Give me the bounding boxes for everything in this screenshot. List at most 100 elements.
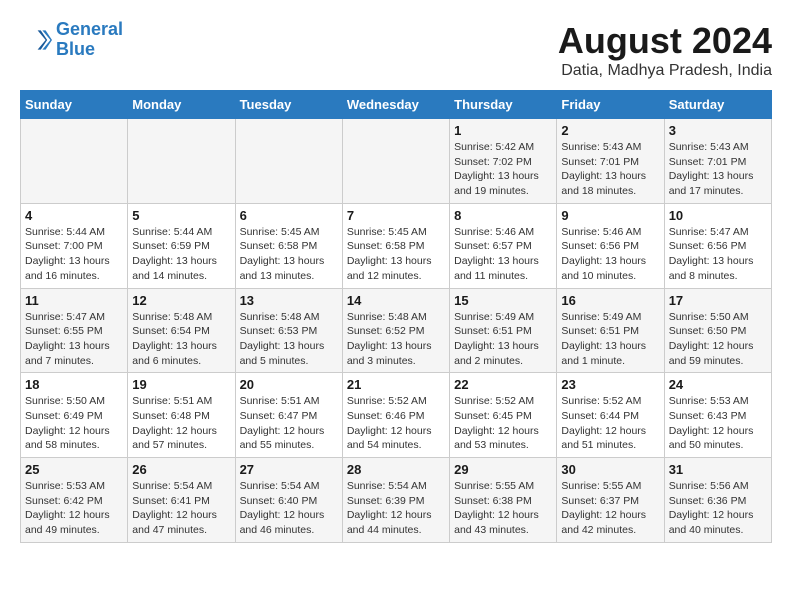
day-number: 24 [669,377,767,392]
calendar-cell: 23 Sunrise: 5:52 AM Sunset: 6:44 PM Dayli… [557,373,664,458]
calendar-cell: 28Sunrise: 5:54 AM Sunset: 6:39 PM Dayli… [342,458,449,543]
calendar-cell: 3Sunrise: 5:43 AM Sunset: 7:01 PM Daylig… [664,119,771,204]
calendar-cell: 27 Sunrise: 5:54 AM Sunset: 6:40 PM Dayli… [235,458,342,543]
header-day-monday: Monday [128,91,235,119]
calendar-cell: 11Sunrise: 5:47 AM Sunset: 6:55 PM Dayli… [21,288,128,373]
day-detail: Sunrise: 5:45 AM Sunset: 6:58 PM Dayligh… [240,225,338,284]
day-detail: Sunrise: 5:52 AM Sunset: 6:44 PM Dayligh… [561,394,659,453]
day-detail: Sunrise: 5:48 AM Sunset: 6:53 PM Dayligh… [240,310,338,369]
day-number: 1 [454,123,552,138]
calendar-cell: 6 Sunrise: 5:45 AM Sunset: 6:58 PM Daylig… [235,203,342,288]
logo-text: General Blue [56,20,123,60]
day-detail: Sunrise: 5:42 AM Sunset: 7:02 PM Dayligh… [454,140,552,199]
day-number: 8 [454,208,552,223]
day-number: 19 [132,377,230,392]
day-number: 2 [561,123,659,138]
calendar-cell: 12 Sunrise: 5:48 AM Sunset: 6:54 PM Dayli… [128,288,235,373]
day-number: 23 [561,377,659,392]
calendar-cell [21,119,128,204]
header-day-thursday: Thursday [450,91,557,119]
calendar-cell: 24 Sunrise: 5:53 AM Sunset: 6:43 PM Dayli… [664,373,771,458]
calendar-table: SundayMondayTuesdayWednesdayThursdayFrid… [20,90,772,543]
day-number: 4 [25,208,123,223]
day-number: 26 [132,462,230,477]
calendar-cell: 13 Sunrise: 5:48 AM Sunset: 6:53 PM Dayli… [235,288,342,373]
calendar-cell: 7 Sunrise: 5:45 AM Sunset: 6:58 PM Daylig… [342,203,449,288]
day-detail: Sunrise: 5:55 AM Sunset: 6:38 PM Dayligh… [454,479,552,538]
day-detail: Sunrise: 5:53 AM Sunset: 6:42 PM Dayligh… [25,479,123,538]
day-number: 12 [132,293,230,308]
day-number: 10 [669,208,767,223]
day-detail: Sunrise: 5:52 AM Sunset: 6:45 PM Dayligh… [454,394,552,453]
calendar-cell: 2Sunrise: 5:43 AM Sunset: 7:01 PM Daylig… [557,119,664,204]
day-detail: Sunrise: 5:50 AM Sunset: 6:50 PM Dayligh… [669,310,767,369]
header-day-sunday: Sunday [21,91,128,119]
day-detail: Sunrise: 5:56 AM Sunset: 6:36 PM Dayligh… [669,479,767,538]
day-number: 20 [240,377,338,392]
calendar-cell: 8 Sunrise: 5:46 AM Sunset: 6:57 PM Daylig… [450,203,557,288]
calendar-cell: 16 Sunrise: 5:49 AM Sunset: 6:51 PM Dayli… [557,288,664,373]
calendar-cell: 5Sunrise: 5:44 AM Sunset: 6:59 PM Daylig… [128,203,235,288]
calendar-cell: 19 Sunrise: 5:51 AM Sunset: 6:48 PM Dayli… [128,373,235,458]
day-number: 11 [25,293,123,308]
day-detail: Sunrise: 5:45 AM Sunset: 6:58 PM Dayligh… [347,225,445,284]
calendar-cell: 1 Sunrise: 5:42 AM Sunset: 7:02 PM Daylig… [450,119,557,204]
day-number: 15 [454,293,552,308]
day-number: 6 [240,208,338,223]
calendar-cell: 31 Sunrise: 5:56 AM Sunset: 6:36 PM Dayli… [664,458,771,543]
day-number: 13 [240,293,338,308]
header-row: SundayMondayTuesdayWednesdayThursdayFrid… [21,91,772,119]
day-number: 22 [454,377,552,392]
calendar-cell: 21 Sunrise: 5:52 AM Sunset: 6:46 PM Dayli… [342,373,449,458]
day-number: 17 [669,293,767,308]
title-block: August 2024 Datia, Madhya Pradesh, India [558,20,772,80]
day-detail: Sunrise: 5:54 AM Sunset: 6:40 PM Dayligh… [240,479,338,538]
day-number: 14 [347,293,445,308]
page-header: General Blue August 2024 Datia, Madhya P… [20,20,772,80]
day-number: 28 [347,462,445,477]
main-title: August 2024 [558,20,772,62]
calendar-header: SundayMondayTuesdayWednesdayThursdayFrid… [21,91,772,119]
calendar-cell: 14Sunrise: 5:48 AM Sunset: 6:52 PM Dayli… [342,288,449,373]
calendar-cell: 4Sunrise: 5:44 AM Sunset: 7:00 PM Daylig… [21,203,128,288]
day-detail: Sunrise: 5:55 AM Sunset: 6:37 PM Dayligh… [561,479,659,538]
day-detail: Sunrise: 5:49 AM Sunset: 6:51 PM Dayligh… [454,310,552,369]
day-detail: Sunrise: 5:47 AM Sunset: 6:56 PM Dayligh… [669,225,767,284]
calendar-cell: 26Sunrise: 5:54 AM Sunset: 6:41 PM Dayli… [128,458,235,543]
header-day-saturday: Saturday [664,91,771,119]
day-detail: Sunrise: 5:46 AM Sunset: 6:56 PM Dayligh… [561,225,659,284]
day-number: 9 [561,208,659,223]
day-detail: Sunrise: 5:48 AM Sunset: 6:54 PM Dayligh… [132,310,230,369]
week-row-4: 18Sunrise: 5:50 AM Sunset: 6:49 PM Dayli… [21,373,772,458]
week-row-5: 25Sunrise: 5:53 AM Sunset: 6:42 PM Dayli… [21,458,772,543]
calendar-cell [128,119,235,204]
header-day-friday: Friday [557,91,664,119]
header-day-tuesday: Tuesday [235,91,342,119]
day-detail: Sunrise: 5:51 AM Sunset: 6:48 PM Dayligh… [132,394,230,453]
header-day-wednesday: Wednesday [342,91,449,119]
day-number: 31 [669,462,767,477]
day-number: 3 [669,123,767,138]
day-detail: Sunrise: 5:53 AM Sunset: 6:43 PM Dayligh… [669,394,767,453]
day-number: 16 [561,293,659,308]
calendar-cell: 22 Sunrise: 5:52 AM Sunset: 6:45 PM Dayli… [450,373,557,458]
week-row-3: 11Sunrise: 5:47 AM Sunset: 6:55 PM Dayli… [21,288,772,373]
day-number: 27 [240,462,338,477]
day-detail: Sunrise: 5:49 AM Sunset: 6:51 PM Dayligh… [561,310,659,369]
calendar-cell: 29 Sunrise: 5:55 AM Sunset: 6:38 PM Dayli… [450,458,557,543]
day-number: 7 [347,208,445,223]
day-number: 21 [347,377,445,392]
day-number: 29 [454,462,552,477]
calendar-cell: 17 Sunrise: 5:50 AM Sunset: 6:50 PM Dayli… [664,288,771,373]
day-detail: Sunrise: 5:52 AM Sunset: 6:46 PM Dayligh… [347,394,445,453]
calendar-cell: 25Sunrise: 5:53 AM Sunset: 6:42 PM Dayli… [21,458,128,543]
day-detail: Sunrise: 5:44 AM Sunset: 6:59 PM Dayligh… [132,225,230,284]
logo: General Blue [20,20,123,60]
week-row-2: 4Sunrise: 5:44 AM Sunset: 7:00 PM Daylig… [21,203,772,288]
day-detail: Sunrise: 5:46 AM Sunset: 6:57 PM Dayligh… [454,225,552,284]
day-detail: Sunrise: 5:50 AM Sunset: 6:49 PM Dayligh… [25,394,123,453]
calendar-cell: 9 Sunrise: 5:46 AM Sunset: 6:56 PM Daylig… [557,203,664,288]
calendar-cell [235,119,342,204]
calendar-cell: 10 Sunrise: 5:47 AM Sunset: 6:56 PM Dayli… [664,203,771,288]
calendar-body: 1 Sunrise: 5:42 AM Sunset: 7:02 PM Daylig… [21,119,772,543]
